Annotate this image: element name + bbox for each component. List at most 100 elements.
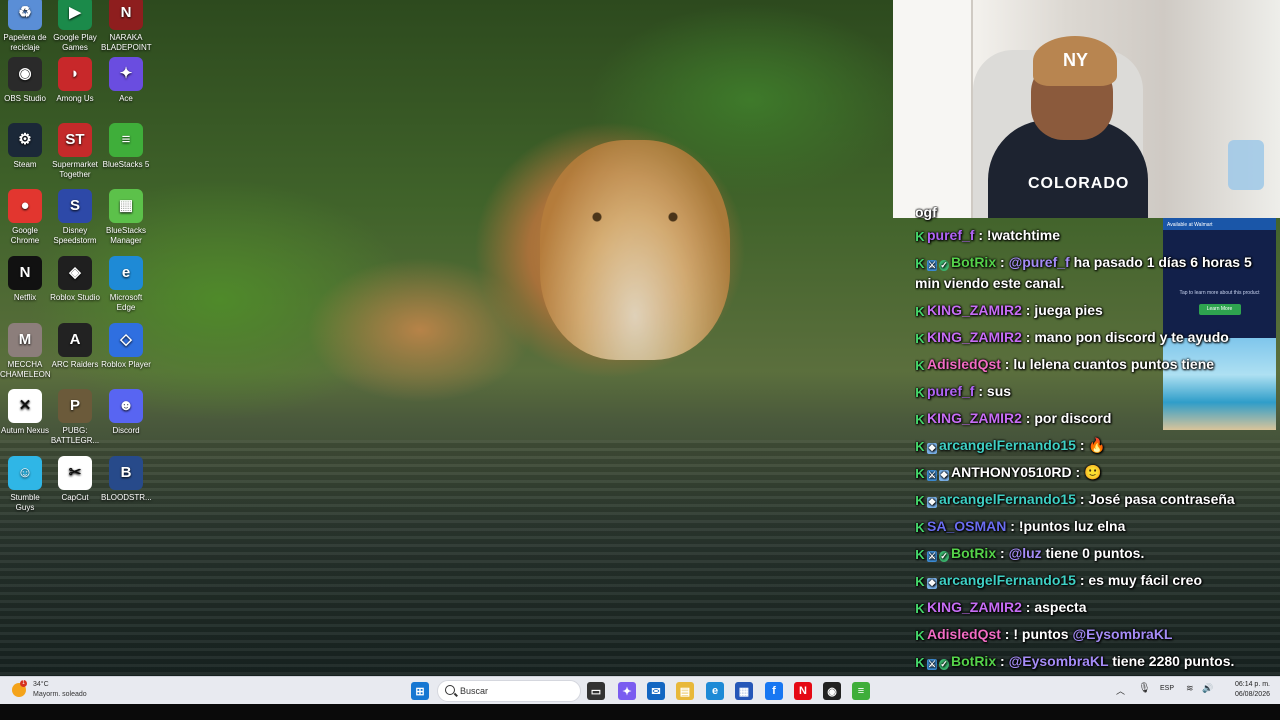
subscriber-badge-icon: ❖ — [927, 497, 937, 508]
desktop-icon-stumble-guys[interactable]: ☺ Stumble Guys — [0, 456, 50, 513]
chat-username[interactable]: ANTHONY0510RD — [951, 464, 1072, 480]
language-indicator[interactable]: ESP — [1160, 685, 1174, 692]
chat-username[interactable]: AdisledQst — [927, 626, 1001, 642]
naraka-icon: N — [109, 0, 143, 30]
chat-username[interactable]: AdisledQst — [927, 356, 1001, 372]
edge-taskbar-icon[interactable]: e — [706, 682, 724, 700]
chat-username[interactable]: puref_f — [927, 227, 974, 243]
search-input[interactable]: Buscar — [437, 680, 581, 702]
chat-text: tiene 2280 puntos. — [1108, 653, 1235, 669]
chat-username[interactable]: arcangelFernando15 — [939, 572, 1076, 588]
store-icon[interactable]: ▦ — [735, 682, 753, 700]
clock[interactable]: 06:14 p. m. 06/08/2026 — [1235, 680, 1270, 700]
chat-message: K ❖ arcangelFernando15 : 🔥 — [915, 437, 1106, 454]
chat-text: sus — [986, 383, 1012, 399]
chat-text: 🙂 — [1084, 464, 1102, 480]
desktop-icon-label: BLOODSTR... — [101, 493, 152, 502]
chat-mention[interactable]: @luz — [1009, 545, 1042, 561]
among-us-icon: ◗ — [58, 57, 92, 91]
desktop-icon-label: Ace — [119, 94, 133, 103]
webcam-door — [893, 0, 973, 218]
desktop-icon-label: Roblox Studio — [50, 293, 100, 302]
start-icon[interactable]: ⊞ — [411, 682, 429, 700]
desktop-icon-google-play-games[interactable]: ▶ Google Play Games — [50, 0, 100, 53]
desktop-icon-label: Papelera de reciclaje — [3, 33, 47, 52]
chat-mention[interactable]: @puref_f — [1009, 254, 1070, 270]
facebook-icon[interactable]: f — [765, 682, 783, 700]
moderator-badge-icon: ⚔ — [927, 659, 937, 670]
desktop-icon-netflix[interactable]: N Netflix — [0, 256, 50, 303]
obs-taskbar-icon[interactable]: ◉ — [823, 682, 841, 700]
desktop-icon-ace[interactable]: ✦ Ace — [101, 57, 151, 104]
volume-icon[interactable]: 🔊 — [1202, 683, 1213, 694]
chat-mention[interactable]: @EysombraKL — [1072, 626, 1172, 642]
desktop-icon-disney-speedstorm[interactable]: S Disney Speedstorm — [50, 189, 100, 246]
chat-text: tiene 0 puntos. — [1041, 545, 1145, 561]
kick-badge-icon: K — [915, 385, 925, 400]
desktop-icon-obs[interactable]: ◉ OBS Studio — [0, 57, 50, 104]
chat-username[interactable]: KING_ZAMIR2 — [927, 302, 1022, 318]
desktop-icon-capcut[interactable]: ✂ CapCut — [50, 456, 100, 503]
netflix-taskbar-icon[interactable]: N — [794, 682, 812, 700]
file-explorer-icon[interactable]: ▤ — [676, 682, 694, 700]
chat-username[interactable]: KING_ZAMIR2 — [927, 329, 1022, 345]
chat-username[interactable]: BotRix — [951, 254, 996, 270]
desktop-screen: ♻ Papelera de reciclaje ▶ Google Play Games… — [0, 0, 1280, 720]
microphone-icon[interactable]: 🎙 — [1138, 683, 1151, 694]
desktop-icon-label: MECCHA CHAMELEON — [0, 360, 51, 379]
chat-username[interactable]: BotRix — [951, 545, 996, 561]
desktop-icon-recycle-bin[interactable]: ♻ Papelera de reciclaje — [0, 0, 50, 53]
desktop-icon-roblox-player[interactable]: ◇ Roblox Player — [101, 323, 151, 370]
chat-mention[interactable]: @EysombraKL — [1009, 653, 1109, 669]
desktop-icon-naraka[interactable]: N NARAKA BLADEPOINT — [101, 0, 152, 53]
chat-messages: Kpuref_f : !watchtime K ⚔ ✓ BotRix : @puref_… — [915, 222, 1275, 675]
desktop-icon-bluestacks-manager[interactable]: ▦ BlueStacks Manager — [101, 189, 151, 246]
desktop-icon-pubg[interactable]: P PUBG: BATTLEGR... — [50, 389, 100, 446]
desktop-icon-label: PUBG: BATTLEGR... — [50, 426, 100, 445]
chat-username[interactable]: KING_ZAMIR2 — [927, 599, 1022, 615]
autum-nexus-icon: ✕ — [8, 389, 42, 423]
desktop-icon-chrome[interactable]: ● Google Chrome — [0, 189, 50, 246]
pubg-icon: P — [58, 389, 92, 423]
desktop-icon-steam[interactable]: ⚙ Steam — [0, 123, 50, 170]
chat-message: Kpuref_f : !watchtime — [915, 227, 1061, 244]
desktop-icon-label: OBS Studio — [4, 94, 46, 103]
kick-badge-icon: K — [915, 628, 925, 643]
desktop-icon-meccha-chameleon[interactable]: M MECCHA CHAMELEON — [0, 323, 51, 380]
desktop-icon-supermarket-together[interactable]: ST Supermarket Together — [50, 123, 100, 180]
roblox-studio-icon: ◈ — [58, 256, 92, 290]
chat-username[interactable]: arcangelFernando15 — [939, 491, 1076, 507]
desktop-icon-edge[interactable]: e Microsoft Edge — [101, 256, 151, 313]
copilot-icon[interactable]: ✦ — [618, 682, 636, 700]
desktop-icon-roblox-studio[interactable]: ◈ Roblox Studio — [50, 256, 100, 303]
desktop-icon-arc-raiders[interactable]: A ARC Raiders — [50, 323, 100, 370]
chat-username[interactable]: puref_f — [927, 383, 974, 399]
desktop-icon-bluestacks[interactable]: ≡ BlueStacks 5 — [101, 123, 151, 170]
outlook-icon[interactable]: ✉ — [647, 682, 665, 700]
chevron-up-icon[interactable]: ︿ — [1116, 684, 1125, 697]
bluestacks-taskbar-icon[interactable]: ≡ — [852, 682, 870, 700]
desktop-icon-label: Supermarket Together — [52, 160, 98, 179]
desktop-icon-bloodstrike[interactable]: B BLOODSTR... — [101, 456, 152, 503]
wifi-icon[interactable]: ≋ — [1186, 683, 1194, 694]
desktop-icon-label: Microsoft Edge — [109, 293, 143, 312]
desktop-icon-label: Netflix — [13, 293, 37, 302]
verified-badge-icon: ✓ — [939, 260, 949, 271]
chat-text: !puntos luz elna — [1018, 518, 1126, 534]
task-view-icon[interactable]: ▭ — [587, 682, 605, 700]
chat-message: K ⚔ ✓ BotRix : @EysombraKL tiene 2280 punto… — [915, 653, 1235, 670]
chat-username[interactable]: SA_OSMAN — [927, 518, 1006, 534]
subscriber-badge-icon: ❖ — [927, 443, 937, 454]
weather-temp: 34°C — [33, 681, 49, 688]
bluestacks-manager-icon: ▦ — [109, 189, 143, 223]
kick-badge-icon: K — [915, 493, 925, 508]
kick-badge-icon: K — [915, 574, 925, 589]
desktop-icon-autum-nexus[interactable]: ✕ Autum Nexus — [0, 389, 50, 436]
chat-text: !watchtime — [986, 227, 1061, 243]
screen-bottom-bar — [0, 704, 1280, 720]
chat-username[interactable]: arcangelFernando15 — [939, 437, 1076, 453]
desktop-icon-discord[interactable]: ☻ Discord — [101, 389, 151, 436]
chat-username[interactable]: KING_ZAMIR2 — [927, 410, 1022, 426]
desktop-icon-among-us[interactable]: ◗ Among Us — [50, 57, 100, 104]
chat-username[interactable]: BotRix — [951, 653, 996, 669]
